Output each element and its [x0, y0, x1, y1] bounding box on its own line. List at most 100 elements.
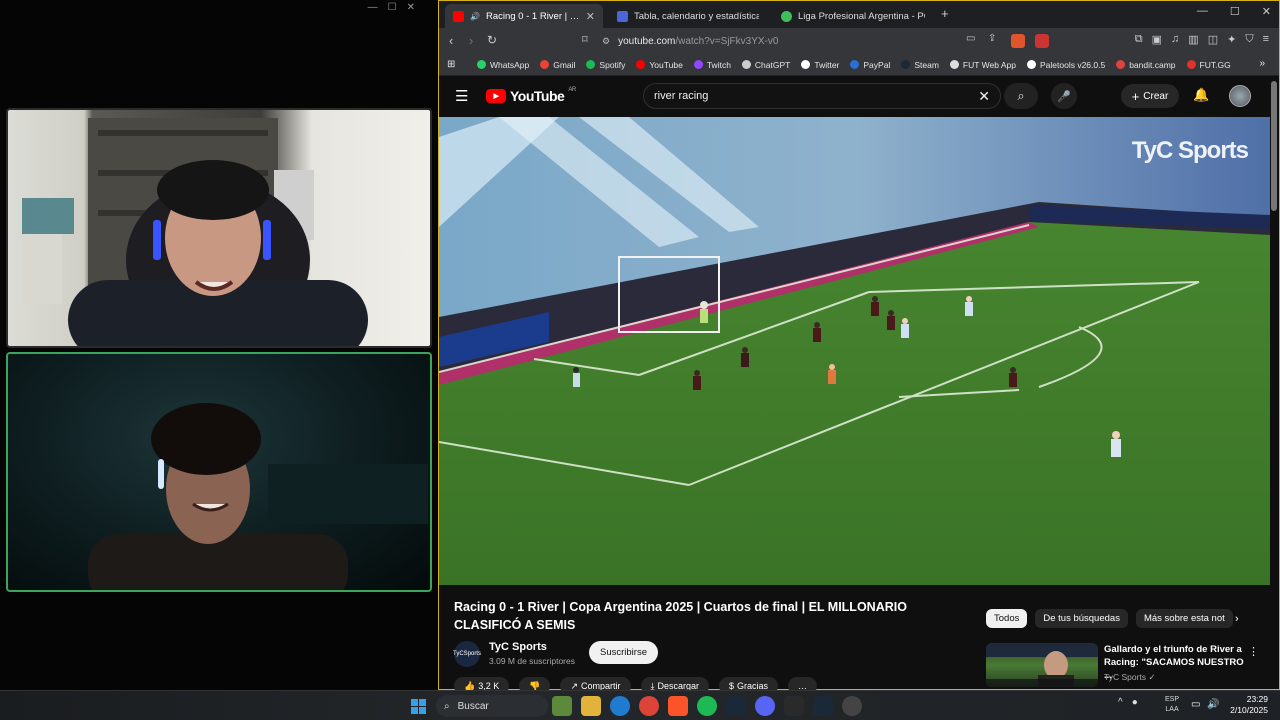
bookmark-label: WhatsApp	[490, 59, 530, 70]
bookmarks-overflow-button[interactable]: »	[1259, 58, 1265, 69]
close-button[interactable]: ✕	[407, 2, 415, 13]
search-query: river racing	[654, 90, 709, 102]
bookmark-favicon-icon	[741, 60, 751, 69]
more-options-icon[interactable]: ⋮	[1248, 645, 1259, 658]
bookmark-fut-web-app[interactable]: FUT Web App	[949, 60, 1016, 70]
steam-icon[interactable]	[726, 696, 746, 716]
vpn-icon[interactable]: ⛉	[1245, 33, 1253, 46]
bookmark-icon[interactable]: ⌑	[582, 33, 588, 46]
bookmark-steam[interactable]: Steam	[901, 60, 939, 70]
taskbar-search[interactable]: ⌕ Buscar	[436, 695, 548, 717]
page-scrollbar[interactable]	[1271, 81, 1277, 211]
file-explorer-icon[interactable]	[581, 696, 601, 716]
sidebar-icon[interactable]: ▣	[1152, 33, 1162, 46]
chrome-icon[interactable]	[639, 696, 659, 716]
voice-search-button[interactable]: 🎤	[1051, 83, 1077, 109]
close-button[interactable]: ✕	[1262, 5, 1271, 18]
widgets-icon[interactable]	[552, 696, 572, 716]
network-icon[interactable]: ▭	[1191, 699, 1200, 710]
bookmark-twitch[interactable]: Twitch	[693, 60, 731, 70]
chip-mas-sobre[interactable]: Más sobre esta not	[1135, 609, 1233, 628]
brave-shields-icon[interactable]	[1011, 34, 1025, 48]
video-player[interactable]: TyC Sports	[439, 117, 1270, 585]
channel-name[interactable]: TyC Sports	[489, 641, 547, 653]
hamburger-menu-icon[interactable]: ☰	[455, 87, 468, 105]
volume-icon[interactable]: 🔊	[1207, 699, 1219, 710]
start-button[interactable]	[411, 699, 426, 714]
extensions-icon[interactable]: ⧉	[1135, 33, 1143, 46]
bookmark-gmail[interactable]: Gmail	[540, 60, 575, 70]
recommended-thumbnail[interactable]	[986, 643, 1098, 687]
site-info-icon[interactable]: ⚙	[602, 36, 610, 47]
new-tab-button[interactable]: +	[941, 6, 949, 21]
chip-busquedas[interactable]: De tus búsquedas	[1035, 609, 1128, 628]
close-tab-icon[interactable]: ✕	[586, 10, 595, 23]
bookmark-fut-gg[interactable]: FUT.GG	[1186, 60, 1231, 70]
chip-todos[interactable]: Todos	[986, 609, 1028, 628]
bookmark-spotify[interactable]: Spotify	[586, 60, 625, 70]
reload-icon[interactable]: ↻	[487, 33, 497, 47]
cast-icon[interactable]: ▭	[966, 33, 975, 44]
subscribe-button[interactable]: Suscribirse	[589, 641, 658, 664]
discord-icon[interactable]	[755, 696, 775, 716]
menu-icon[interactable]: ≡	[1263, 33, 1269, 46]
create-button[interactable]: + Crear	[1121, 84, 1179, 108]
bookmark-youtube[interactable]: YouTube	[636, 60, 683, 70]
account-avatar[interactable]	[1229, 85, 1251, 107]
system-tray: ^ ●	[1118, 697, 1138, 708]
tab-youtube[interactable]: 🔊 Racing 0 - 1 River | Copa Arge ✕	[445, 4, 603, 28]
maximize-button[interactable]: ☐	[388, 2, 397, 13]
wallet-icon[interactable]: ◫	[1208, 33, 1218, 46]
bookmark-chatgpt[interactable]: ChatGPT	[741, 60, 790, 70]
forward-icon[interactable]: ›	[469, 33, 473, 48]
brave-icon[interactable]	[668, 696, 688, 716]
bookmarks-list: WhatsApp Gmail Spotify YouTube Twitch ChatGPT…	[477, 60, 1231, 70]
notifications-bell-icon[interactable]: 🔔	[1193, 87, 1209, 103]
tray-overflow-icon[interactable]: ^	[1118, 697, 1123, 708]
extensions-area: ⧉ ▣ ♫ ▥ ◫ ✦ ⛉ ≡	[1135, 33, 1269, 46]
bookmark-favicon-icon	[1116, 60, 1126, 69]
reading-icon[interactable]: ▥	[1188, 33, 1198, 46]
webcam-2-scene	[88, 403, 428, 590]
media-icon[interactable]: ♫	[1171, 33, 1179, 46]
share-icon[interactable]: ⇪	[988, 33, 996, 44]
plus-icon: +	[1131, 88, 1140, 104]
minimize-button[interactable]: —	[368, 2, 378, 13]
edge-icon[interactable]	[610, 696, 630, 716]
obs-icon[interactable]	[842, 696, 862, 716]
address-bar[interactable]: ⚙ youtube.com/watch?v=SjFkv3YX-v0	[602, 31, 994, 51]
bookmark-paletools-v26-0-5[interactable]: Paletools v26.0.5	[1026, 60, 1105, 70]
call-window-controls: — ☐ ✕	[368, 2, 415, 13]
language-indicator[interactable]: ESP LAA	[1165, 695, 1179, 715]
clock[interactable]: 23:29 2/10/2025	[1224, 694, 1268, 716]
steam-alt-icon[interactable]	[813, 696, 833, 716]
bookmark-twitter[interactable]: Twitter	[801, 60, 839, 70]
chips-next-icon[interactable]: ›	[1235, 613, 1239, 625]
tray-app-icon[interactable]: ●	[1132, 697, 1138, 708]
search-input[interactable]: river racing ✕	[643, 83, 1001, 109]
clear-search-icon[interactable]: ✕	[978, 88, 990, 105]
bookmark-whatsapp[interactable]: WhatsApp	[477, 60, 529, 70]
rewards-icon[interactable]	[1035, 34, 1049, 48]
minimize-button[interactable]: —	[1197, 5, 1208, 18]
bookmark-label: Spotify	[599, 59, 626, 70]
bookmark-favicon-icon	[586, 60, 596, 69]
bookmark-favicon-icon	[901, 60, 911, 69]
epic-games-icon[interactable]	[784, 696, 804, 716]
tab-tabla[interactable]: Tabla, calendario y estadísticas de Co	[609, 4, 767, 28]
search-button[interactable]: ⌕	[1004, 83, 1038, 109]
leo-icon[interactable]: ✦	[1227, 33, 1236, 46]
channel-avatar[interactable]: TyCSports	[453, 641, 481, 667]
back-icon[interactable]: ‹	[449, 33, 453, 48]
tab-liga[interactable]: Liga Profesional Argentina - POSICIO	[773, 4, 933, 28]
youtube-favicon-icon	[453, 10, 464, 22]
bookmark-favicon-icon	[693, 60, 703, 69]
apps-grid-icon[interactable]: ⊞	[447, 59, 455, 70]
youtube-logo[interactable]: ▶ YouTube AR	[486, 87, 576, 104]
bookmark-bandit-camp[interactable]: bandit.camp	[1116, 60, 1176, 70]
bookmark-paypal[interactable]: PayPal	[850, 60, 890, 70]
maximize-button[interactable]: ☐	[1230, 5, 1240, 18]
recommended-video[interactable]: Gallardo y el triunfo de River a Racing:…	[986, 643, 1266, 687]
spotify-icon[interactable]	[697, 696, 717, 716]
recommended-channel: TyC Sports ✓	[1104, 672, 1156, 682]
